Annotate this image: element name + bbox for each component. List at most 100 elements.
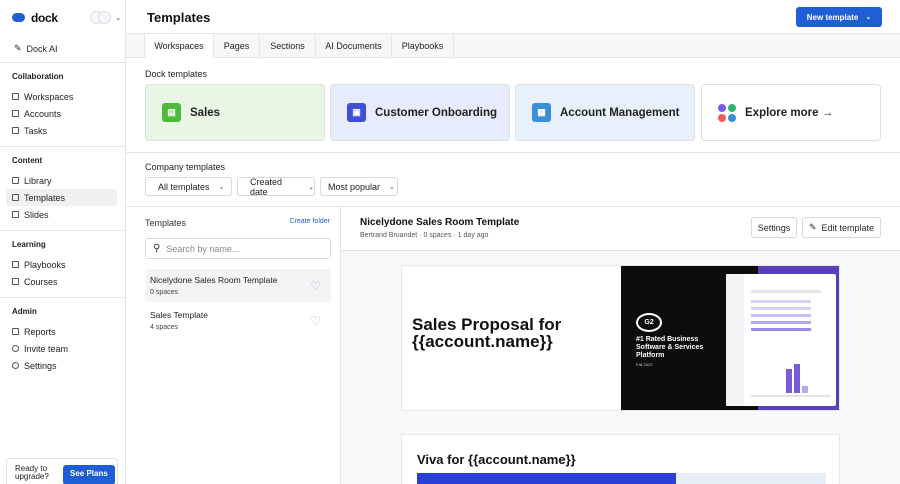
detail-updated: 1 day ago bbox=[457, 232, 489, 239]
card-label: Customer Onboarding bbox=[375, 106, 498, 119]
sidebar-section-collaboration: Collaboration Workspaces Accounts Tasks bbox=[0, 63, 125, 147]
sidebar-item-label: Playbooks bbox=[24, 259, 66, 270]
sidebar-item-settings[interactable]: Settings bbox=[6, 357, 117, 374]
sidebar-section-content: Content Library Templates Slides bbox=[0, 147, 125, 231]
sidebar-heading: Content bbox=[12, 156, 43, 165]
app-screenshot-image bbox=[726, 274, 836, 406]
template-card-explore-more[interactable]: Explore more → bbox=[701, 84, 881, 141]
slides-icon bbox=[12, 211, 19, 218]
sidebar-section-learning: Learning Playbooks Courses bbox=[0, 231, 125, 298]
sidebar-item-label: Library bbox=[24, 175, 52, 186]
book-icon bbox=[12, 261, 19, 268]
sidebar-item-workspaces[interactable]: Workspaces bbox=[6, 88, 117, 105]
chevron-down-icon: ⌄ bbox=[865, 14, 872, 21]
filter-most-popular[interactable]: Most popular ⌄ bbox=[320, 177, 398, 196]
sidebar-item-dock-ai[interactable]: ✎ Dock AI bbox=[0, 35, 125, 63]
template-spaces: 0 spaces bbox=[150, 289, 179, 296]
search-input[interactable]: ⚲ Search by name... bbox=[145, 238, 331, 259]
chart-icon bbox=[12, 328, 19, 335]
filter-label: Created date bbox=[250, 176, 283, 197]
app-logo-text: dock bbox=[31, 10, 58, 25]
settings-button[interactable]: Settings bbox=[751, 217, 797, 238]
onboarding-icon: ▣ bbox=[347, 103, 366, 122]
chevron-down-icon: ⌄ bbox=[308, 183, 314, 191]
template-card-account-management[interactable]: ▦ Account Management bbox=[515, 84, 695, 141]
sidebar-item-label: Templates bbox=[24, 192, 66, 203]
tab-ai-documents[interactable]: AI Documents bbox=[316, 34, 392, 58]
heart-icon[interactable]: ♡ bbox=[310, 279, 321, 293]
sidebar-item-templates[interactable]: Templates bbox=[6, 189, 117, 206]
tab-pages[interactable]: Pages bbox=[214, 34, 260, 58]
sidebar-item-label: Settings bbox=[24, 360, 57, 371]
detail-author: Bertrand Bruandet bbox=[360, 232, 418, 239]
filter-label: All templates bbox=[158, 181, 210, 192]
company-templates-label: Company templates bbox=[145, 162, 226, 172]
sidebar-item-invite-team[interactable]: Invite team bbox=[6, 340, 117, 357]
sidebar-heading: Admin bbox=[12, 307, 37, 316]
template-name: Nicelydone Sales Room Template bbox=[150, 275, 278, 285]
grid-icon bbox=[12, 93, 19, 100]
slide-heading: Sales Proposal for {{account.name}} bbox=[412, 315, 562, 351]
create-folder-link[interactable]: Create folder bbox=[290, 218, 330, 225]
template-card-customer-onboarding[interactable]: ▣ Customer Onboarding bbox=[330, 84, 510, 141]
screenshot-sidebar bbox=[726, 274, 744, 406]
detail-meta: Bertrand Bruandet · 0 spaces · 1 day ago bbox=[360, 232, 489, 239]
sidebar-item-reports[interactable]: Reports bbox=[6, 323, 117, 340]
chevron-down-icon: ⌄ bbox=[114, 13, 122, 22]
template-detail-panel: Nicelydone Sales Room Template Bertrand … bbox=[341, 207, 900, 484]
upgrade-text: Ready to upgrade? bbox=[15, 464, 49, 481]
heart-icon[interactable]: ♡ bbox=[310, 314, 321, 328]
sidebar-item-accounts[interactable]: Accounts bbox=[6, 105, 117, 122]
list-item[interactable]: Sales Template 4 spaces ♡ bbox=[145, 304, 331, 337]
sidebar: dock ⌄ ✎ Dock AI Collaboration Workspace… bbox=[0, 0, 126, 484]
search-placeholder: Search by name... bbox=[166, 243, 240, 254]
sidebar-item-tasks[interactable]: Tasks bbox=[6, 122, 117, 139]
card-label: Account Management bbox=[560, 106, 680, 119]
filter-all-templates[interactable]: All templates ⌄ bbox=[145, 177, 232, 196]
template-preview: Sales Proposal for {{account.name}} G2 #… bbox=[341, 251, 900, 484]
pencil-icon: ✎ bbox=[808, 222, 817, 232]
tab-workspaces[interactable]: Workspaces bbox=[144, 34, 214, 58]
tabs-bar: Workspaces Pages Sections AI Documents P… bbox=[126, 34, 900, 58]
user-plus-icon bbox=[12, 345, 19, 352]
sidebar-item-playbooks[interactable]: Playbooks bbox=[6, 256, 117, 273]
filter-created-date[interactable]: Created date ⌄ bbox=[237, 176, 315, 197]
apps-grid-icon bbox=[718, 103, 736, 122]
account-management-icon: ▦ bbox=[532, 103, 551, 122]
dock-logo-icon bbox=[12, 13, 25, 22]
sidebar-item-label: Invite team bbox=[24, 343, 69, 354]
tab-sections[interactable]: Sections bbox=[260, 34, 316, 58]
page-title: Templates bbox=[147, 10, 211, 25]
tab-playbooks[interactable]: Playbooks bbox=[392, 34, 454, 58]
sidebar-item-label: Dock AI bbox=[26, 43, 58, 54]
library-icon bbox=[12, 177, 19, 184]
list-item[interactable]: Nicelydone Sales Room Template 0 spaces … bbox=[145, 269, 331, 302]
detail-spaces: 0 spaces bbox=[423, 232, 452, 239]
sidebar-item-courses[interactable]: Courses bbox=[6, 273, 117, 290]
slide-image-strip bbox=[417, 473, 676, 484]
sparkle-icon: ✎ bbox=[14, 43, 22, 53]
settings-icon bbox=[12, 362, 19, 369]
sidebar-item-label: Courses bbox=[24, 276, 58, 287]
chevron-down-icon: ⌄ bbox=[389, 183, 395, 191]
logo-row: dock ⌄ bbox=[0, 0, 125, 35]
new-template-button[interactable]: New template ⌄ bbox=[796, 7, 882, 27]
template-name: Sales Template bbox=[150, 310, 208, 320]
card-label: Explore more → bbox=[745, 106, 834, 119]
edit-template-button[interactable]: ✎ Edit template bbox=[802, 217, 881, 238]
dock-templates-label: Dock templates bbox=[145, 69, 208, 79]
detail-title: Nicelydone Sales Room Template bbox=[360, 217, 520, 228]
chevron-down-icon: ⌄ bbox=[218, 183, 225, 191]
see-plans-button[interactable]: See Plans bbox=[63, 465, 115, 484]
rated-text: #1 Rated Business Software & Services Pl… bbox=[636, 336, 704, 359]
preview-slide: Sales Proposal for {{account.name}} G2 #… bbox=[401, 265, 840, 411]
app-root: dock ⌄ ✎ Dock AI Collaboration Workspace… bbox=[0, 0, 900, 484]
template-card-sales[interactable]: ▤ Sales bbox=[145, 84, 325, 141]
sidebar-item-label: Slides bbox=[24, 209, 49, 220]
season-text: Fall 2023 bbox=[636, 362, 653, 367]
workspace-switcher[interactable]: ⌄ bbox=[89, 11, 122, 24]
preview-slide: Viva for {{account.name}} bbox=[401, 434, 840, 484]
sidebar-item-library[interactable]: Library bbox=[6, 172, 117, 189]
sidebar-item-slides[interactable]: Slides bbox=[6, 206, 117, 223]
template-icon bbox=[12, 194, 19, 201]
